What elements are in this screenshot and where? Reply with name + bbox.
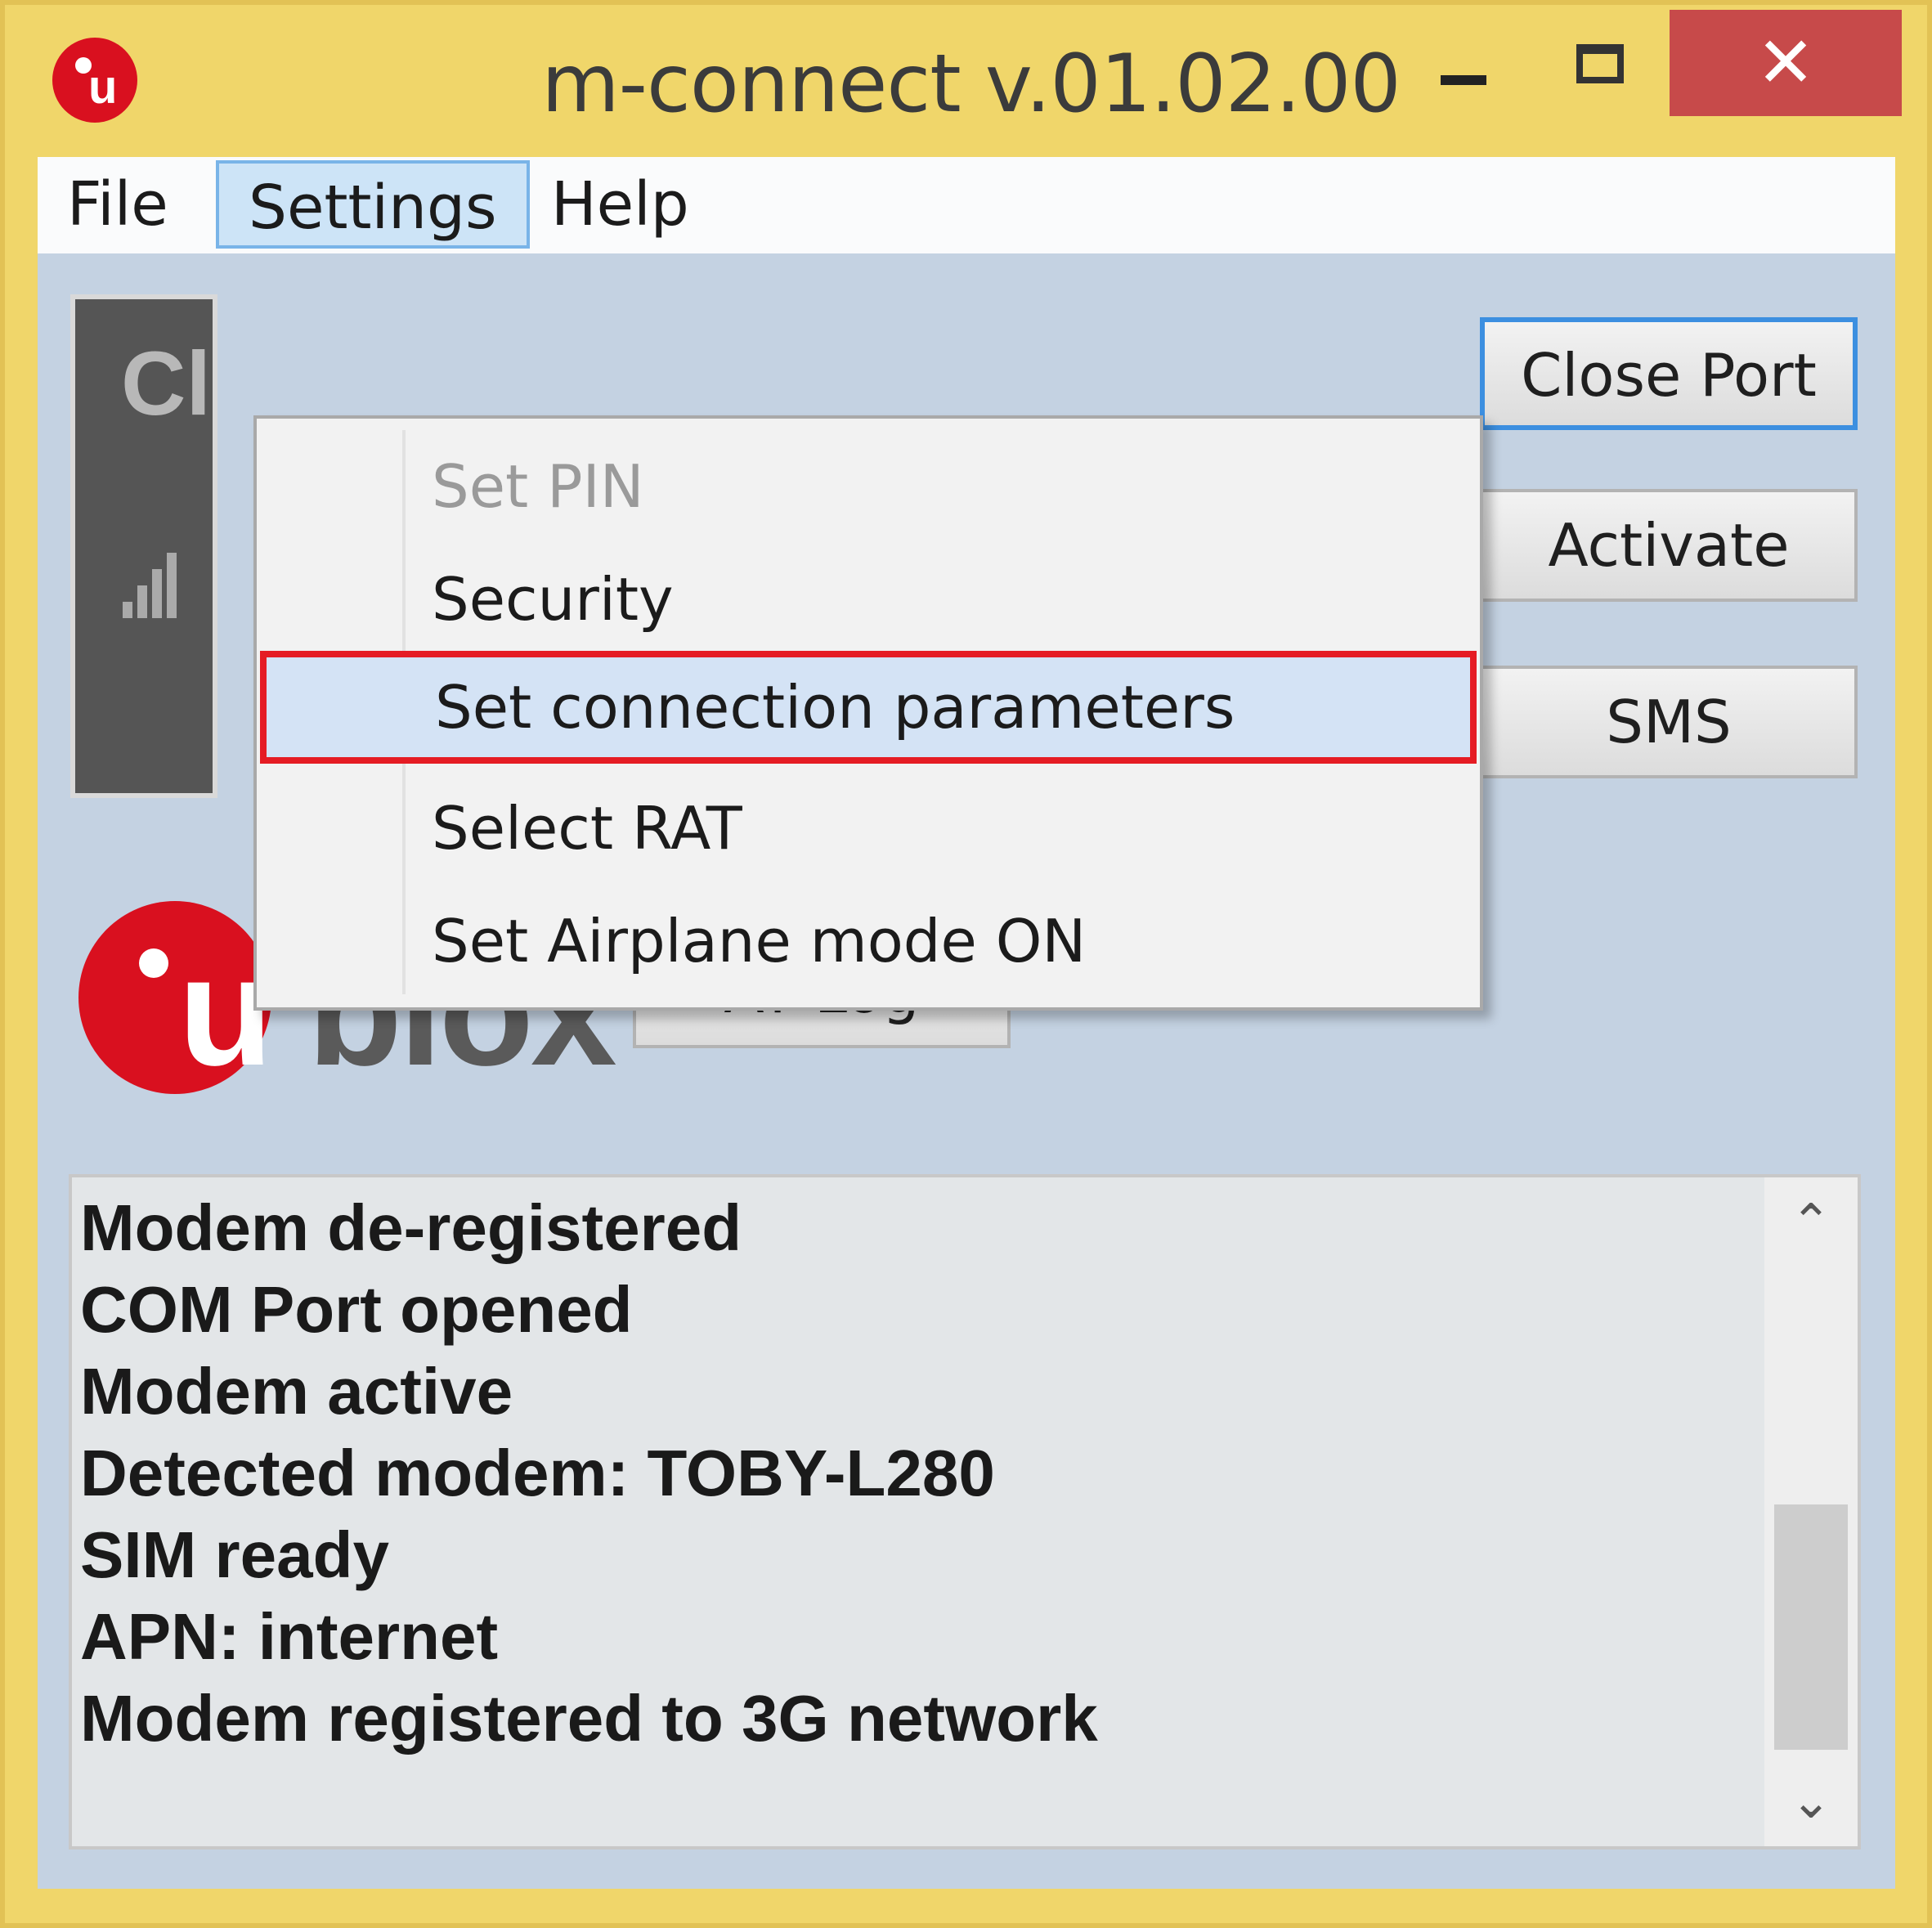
log-line: COM Port opened [80, 1273, 633, 1346]
log-line: Modem active [80, 1355, 513, 1428]
signal-icon [123, 545, 188, 618]
menu-item-airplane-mode[interactable]: Set Airplane mode ON [257, 885, 1480, 998]
close-port-button[interactable]: Close Port [1480, 317, 1858, 430]
activate-button[interactable]: Activate [1480, 489, 1858, 602]
menu-bar: File Settings Help [38, 157, 1895, 253]
ublox-logo-dot [139, 948, 168, 978]
scroll-thumb[interactable] [1774, 1504, 1848, 1750]
log-lines: Modem de-registered COM Port opened Mode… [80, 1187, 1098, 1760]
menu-file[interactable]: File [38, 160, 198, 249]
menu-item-select-rat[interactable]: Select RAT [257, 772, 1480, 885]
log-line: APN: internet [80, 1600, 499, 1673]
scroll-up-icon[interactable]: ⌃ [1764, 1177, 1858, 1267]
maximize-button[interactable] [1542, 21, 1665, 128]
connection-status-panel: Cl [70, 294, 217, 798]
log-line: Modem de-registered [80, 1191, 742, 1264]
menu-item-set-connection-parameters[interactable]: Set connection parameters [260, 651, 1477, 764]
log-textbox[interactable]: Modem de-registered COM Port opened Mode… [69, 1174, 1861, 1850]
menu-item-set-pin[interactable]: Set PIN [257, 430, 1480, 543]
log-line: Detected modem: TOBY-L280 [80, 1437, 995, 1509]
close-button[interactable]: ✕ [1670, 10, 1902, 116]
menu-settings[interactable]: Settings [216, 160, 530, 249]
sms-button[interactable]: SMS [1480, 666, 1858, 778]
scroll-down-icon[interactable]: ⌄ [1764, 1756, 1858, 1846]
client-area: File Settings Help Cl Close Port Activat… [38, 157, 1895, 1889]
status-text: Cl [121, 334, 211, 434]
minimize-button[interactable] [1405, 21, 1519, 128]
log-line: Modem registered to 3G network [80, 1682, 1098, 1755]
log-line: SIM ready [80, 1518, 389, 1591]
log-scrollbar[interactable]: ⌃ ⌄ [1764, 1177, 1858, 1846]
settings-dropdown: Set PIN Security Set connection paramete… [253, 415, 1483, 1011]
menu-item-security[interactable]: Security [257, 543, 1480, 656]
menu-help[interactable]: Help [522, 160, 719, 249]
